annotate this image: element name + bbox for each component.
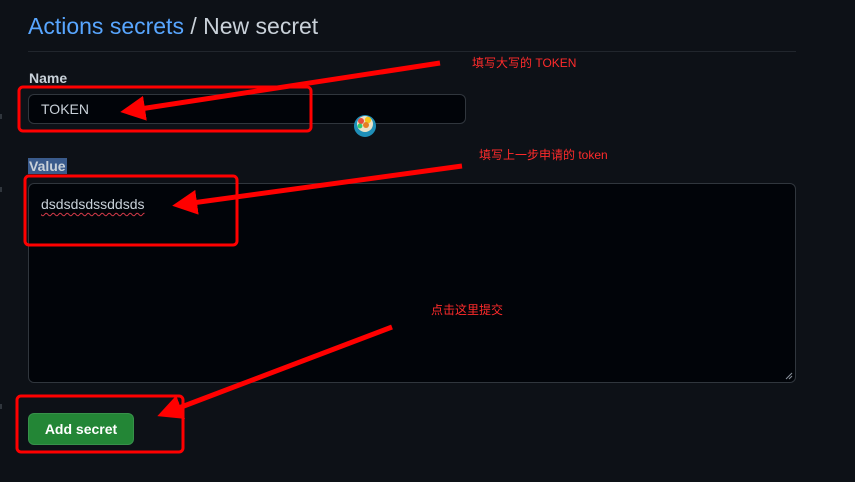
app-cursor-icon [354,115,376,137]
value-annotation-note: 填写上一步申请的 token [479,148,608,162]
name-annotation-note: 填写大写的 TOKEN [472,56,577,70]
name-label: Name [29,70,68,86]
new-secret-page: Actions secrets / New secret Name TOKEN … [0,0,855,482]
secret-value-text: dsdsdsdssddsds [41,196,145,212]
secret-name-input[interactable]: TOKEN [28,94,466,124]
secret-value-textarea[interactable]: dsdsdsdssddsds [28,183,796,383]
page-title: Actions secrets / New secret [28,12,318,40]
breadcrumb-separator: / [183,13,204,39]
resize-grip-icon[interactable] [785,372,793,380]
add-secret-button[interactable]: Add secret [28,413,134,445]
left-edge-marker [0,187,2,192]
submit-annotation-note: 点击这里提交 [431,303,504,317]
value-label: Value [28,158,67,174]
title-divider [28,51,796,52]
breadcrumb-current: New secret [203,13,319,39]
breadcrumb-actions-secrets-link[interactable]: Actions secrets [28,13,184,39]
left-edge-marker [0,114,2,119]
left-edge-marker [0,404,2,409]
